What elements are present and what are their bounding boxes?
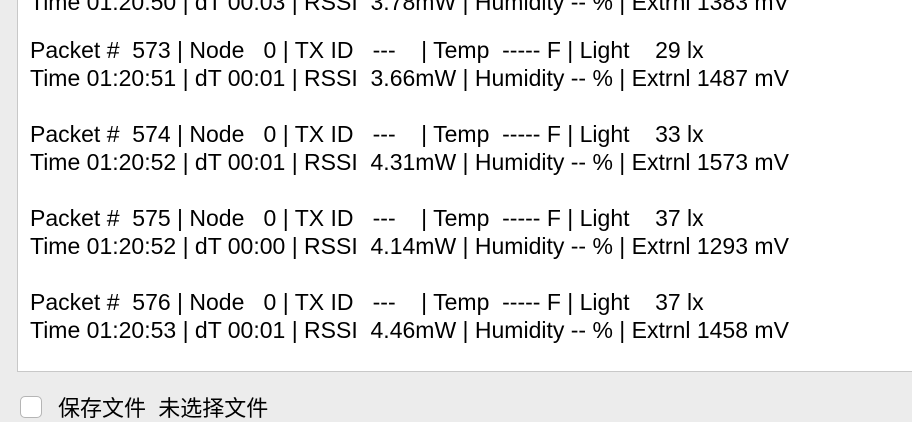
footer-bar: 保存文件 未选择文件 xyxy=(0,372,912,421)
log-line-packet: Packet # 576 | Node 0 | TX ID --- | Temp… xyxy=(30,289,704,315)
log-line-packet: Packet # 574 | Node 0 | TX ID --- | Temp… xyxy=(30,121,704,147)
log-line-time: Time 01:20:51 | dT 00:01 | RSSI 3.66mW |… xyxy=(30,65,789,91)
log-line-time: Time 01:20:50 | dT 00:03 | RSSI 3.78mW |… xyxy=(30,0,789,15)
log-line-time: Time 01:20:53 | dT 00:01 | RSSI 4.46mW |… xyxy=(30,317,789,343)
log-line-packet: Packet # 573 | Node 0 | TX ID --- | Temp… xyxy=(30,37,704,63)
save-to-file-checkbox[interactable] xyxy=(20,396,42,418)
serial-log-output: Time 01:20:50 | dT 00:03 | RSSI 3.78mW |… xyxy=(17,0,912,372)
log-line-time: Time 01:20:52 | dT 00:01 | RSSI 4.31mW |… xyxy=(30,149,789,175)
log-line-time: Time 01:20:52 | dT 00:00 | RSSI 4.14mW |… xyxy=(30,233,789,259)
log-line-packet: Packet # 575 | Node 0 | TX ID --- | Temp… xyxy=(30,205,704,231)
save-to-file-label: 保存文件 未选择文件 xyxy=(58,396,269,421)
